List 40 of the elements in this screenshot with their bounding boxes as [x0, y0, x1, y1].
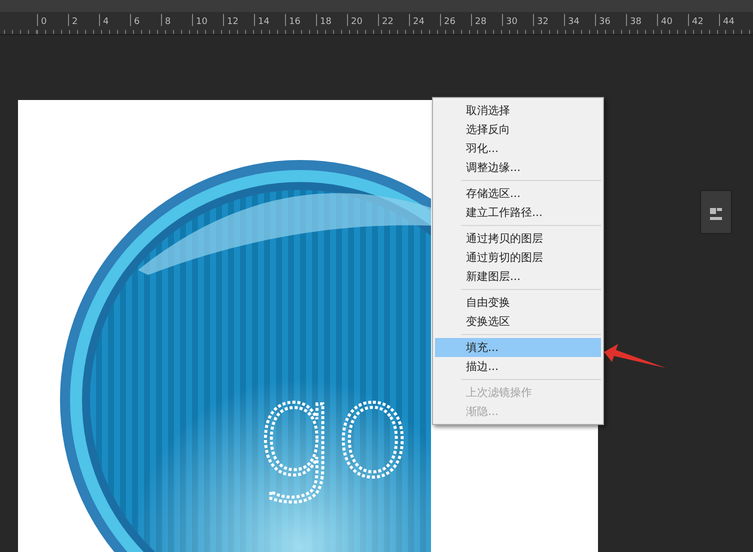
menu-item[interactable]: 描边... [435, 357, 601, 376]
ruler-label: 24 [409, 14, 440, 26]
menu-item[interactable]: 取消选择 [435, 101, 601, 120]
ruler-label: 20 [347, 14, 378, 26]
ruler-label: 22 [378, 14, 409, 26]
ruler-label: 32 [533, 14, 564, 26]
menu-item[interactable]: 建立工作路径... [435, 203, 601, 222]
collapsed-panel[interactable] [700, 190, 732, 234]
menu-item[interactable]: 调整边缘... [435, 158, 601, 177]
ruler-label: 44 [719, 14, 750, 26]
menu-item[interactable]: 羽化... [435, 139, 601, 158]
ruler-label: 42 [688, 14, 719, 26]
selected-text: go [255, 354, 413, 506]
ruler-label: 38 [626, 14, 657, 26]
menu-item[interactable]: 通过拷贝的图层 [435, 229, 601, 248]
ruler-label: 40 [657, 14, 688, 26]
ruler-label: 8 [161, 14, 192, 26]
menu-item[interactable]: 选择反向 [435, 120, 601, 139]
ruler-label: 26 [440, 14, 471, 26]
ruler-label: 4 [99, 14, 130, 26]
ruler-label: 30 [502, 14, 533, 26]
ruler-label: 2 [68, 14, 99, 26]
ruler-label: 36 [595, 14, 626, 26]
menu-item[interactable]: 新建图层... [435, 267, 601, 286]
panel-icon [709, 207, 723, 221]
ruler-label: 10 [192, 14, 223, 26]
ruler-label: 14 [254, 14, 285, 26]
menu-item[interactable]: 变换选区 [435, 312, 601, 331]
menu-item[interactable]: 自由变换 [435, 293, 601, 312]
pointer-arrow [604, 344, 666, 370]
menu-item[interactable]: 存储选区... [435, 184, 601, 203]
ruler-label: 34 [564, 14, 595, 26]
ruler-label: 0 [37, 14, 68, 26]
ruler-label: 16 [285, 14, 316, 26]
ruler-label: 6 [130, 14, 161, 26]
ruler-label: 18 [316, 14, 347, 26]
ruler-label: 28 [471, 14, 502, 26]
ruler-label: 12 [223, 14, 254, 26]
menu-item[interactable]: 填充... [435, 338, 601, 357]
menu-item[interactable]: 通过剪切的图层 [435, 248, 601, 267]
